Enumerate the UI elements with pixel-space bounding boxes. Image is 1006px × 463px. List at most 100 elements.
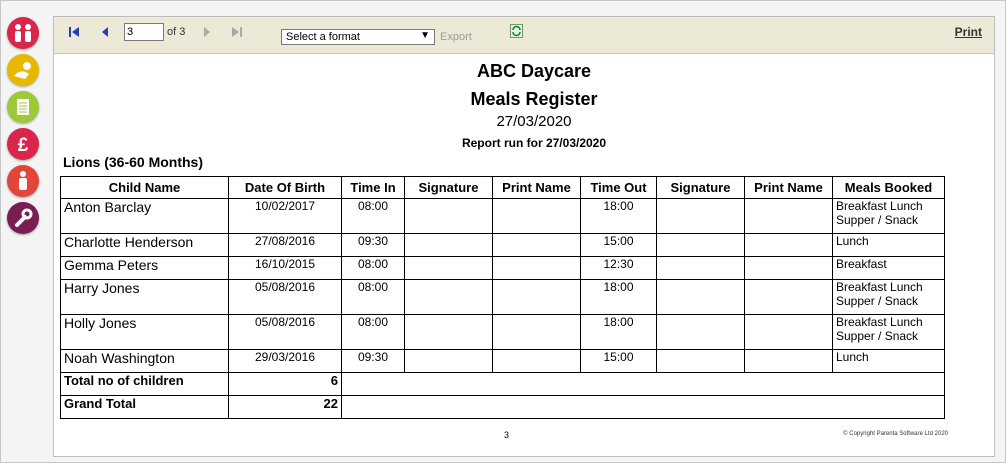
print-name-cell	[744, 314, 833, 350]
report-viewer: of 3 Select a format ▼ Export Print ABC …	[53, 16, 995, 457]
app-frame: £ of 3 Select a format ▼ Export Print AB…	[0, 0, 1006, 463]
time-out-cell: 12:30	[580, 256, 657, 280]
column-header: Signature	[656, 176, 745, 199]
previous-page-icon[interactable]	[99, 25, 113, 39]
time-in-cell: 09:30	[341, 349, 405, 373]
time-in-cell: 08:00	[341, 256, 405, 280]
table-row: Charlotte Henderson 27/08/2016 09:30 15:…	[60, 233, 945, 257]
report-date: 27/03/2020	[496, 113, 572, 130]
empty-cell	[341, 395, 945, 419]
total-label: Total no of children	[60, 372, 229, 396]
refresh-icon[interactable]	[510, 24, 523, 38]
print-name-cell	[492, 256, 581, 280]
meals-booked-cell: Breakfast Lunch Supper / Snack	[832, 198, 945, 234]
signature-cell	[656, 349, 745, 373]
time-out-cell: 18:00	[580, 314, 657, 350]
column-header: Print Name	[492, 176, 581, 199]
time-in-cell: 08:00	[341, 198, 405, 234]
time-in-cell: 09:30	[341, 233, 405, 257]
last-page-icon[interactable]	[230, 25, 244, 39]
child-name-cell: Anton Barclay	[60, 198, 229, 234]
next-page-icon[interactable]	[200, 25, 214, 39]
column-header: Signature	[404, 176, 493, 199]
print-name-cell	[744, 279, 833, 315]
table-row: Noah Washington 29/03/2016 09:30 15:00 L…	[60, 349, 945, 373]
column-header: Print Name	[744, 176, 833, 199]
signature-cell	[404, 314, 493, 350]
dob-cell: 29/03/2016	[228, 349, 342, 373]
meals-booked-cell: Breakfast Lunch Supper / Snack	[832, 279, 945, 315]
empty-cell	[341, 372, 945, 396]
table-row: Harry Jones 05/08/2016 08:00 18:00 Break…	[60, 279, 945, 315]
print-name-cell	[492, 349, 581, 373]
signature-cell	[656, 198, 745, 234]
total-children-row: Total no of children 6	[60, 372, 945, 396]
format-select[interactable]: Select a format ▼	[281, 29, 435, 45]
export-link[interactable]: Export	[440, 31, 472, 43]
signature-cell	[404, 233, 493, 257]
print-name-cell	[492, 233, 581, 257]
table-header-row: Child Name Date Of Birth Time In Signatu…	[60, 176, 945, 199]
staff-icon[interactable]	[7, 165, 39, 197]
time-out-cell: 18:00	[580, 198, 657, 234]
settings-wrench-icon[interactable]	[7, 202, 39, 234]
svg-text:£: £	[18, 135, 29, 156]
register-icon[interactable]	[7, 91, 39, 123]
print-name-cell	[744, 256, 833, 280]
dob-cell: 05/08/2016	[228, 314, 342, 350]
grand-total-value: 22	[228, 395, 342, 419]
page-number: 3	[504, 430, 510, 440]
print-name-cell	[744, 233, 833, 257]
dob-cell: 05/08/2016	[228, 279, 342, 315]
table-row: Holly Jones 05/08/2016 08:00 18:00 Break…	[60, 314, 945, 350]
child-name-cell: Noah Washington	[60, 349, 229, 373]
table-row: Anton Barclay 10/02/2017 08:00 18:00 Bre…	[60, 198, 945, 234]
grand-total-row: Grand Total 22	[60, 395, 945, 419]
first-page-icon[interactable]	[68, 25, 82, 39]
column-header: Date Of Birth	[228, 176, 342, 199]
signature-cell	[404, 279, 493, 315]
dob-cell: 16/10/2015	[228, 256, 342, 280]
report-run-for: Report run for 27/03/2020	[461, 136, 607, 150]
report-page: ABC Daycare Meals Register 27/03/2020 Re…	[54, 54, 994, 456]
report-toolbar: of 3 Select a format ▼ Export Print	[54, 17, 994, 54]
print-name-cell	[492, 279, 581, 315]
time-out-cell: 15:00	[580, 233, 657, 257]
signature-cell	[656, 233, 745, 257]
meals-register-table: Child Name Date Of Birth Time In Signatu…	[60, 176, 945, 419]
page-number-input[interactable]	[124, 23, 164, 41]
signature-cell	[656, 256, 745, 280]
dob-cell: 27/08/2016	[228, 233, 342, 257]
signature-cell	[404, 349, 493, 373]
meals-booked-cell: Breakfast	[832, 256, 945, 280]
group-heading: Lions (36-60 Months)	[63, 154, 204, 170]
child-name-cell: Harry Jones	[60, 279, 229, 315]
time-in-cell: 08:00	[341, 279, 405, 315]
report-title: ABC Daycare	[476, 61, 592, 81]
child-name-cell: Holly Jones	[60, 314, 229, 350]
child-name-cell: Charlotte Henderson	[60, 233, 229, 257]
table-row: Gemma Peters 16/10/2015 08:00 12:30 Brea…	[60, 256, 945, 280]
grand-total-label: Grand Total	[60, 395, 229, 419]
meals-booked-cell: Lunch	[832, 349, 945, 373]
sidebar: £	[7, 17, 43, 239]
total-pages-label: of 3	[167, 26, 186, 38]
column-header: Child Name	[60, 176, 229, 199]
time-out-cell: 18:00	[580, 279, 657, 315]
print-link[interactable]: Print	[955, 25, 982, 39]
print-name-cell	[744, 349, 833, 373]
meals-booked-cell: Breakfast Lunch Supper / Snack	[832, 314, 945, 350]
dob-cell: 10/02/2017	[228, 198, 342, 234]
children-icon[interactable]	[7, 17, 39, 49]
time-out-cell: 15:00	[580, 349, 657, 373]
finance-icon[interactable]: £	[7, 128, 39, 160]
copyright: © Copyright Parenta Software Ltd 2020	[843, 431, 948, 437]
signature-cell	[656, 279, 745, 315]
time-in-cell: 08:00	[341, 314, 405, 350]
column-header: Time Out	[580, 176, 657, 199]
activity-icon[interactable]	[7, 54, 39, 86]
report-subtitle: Meals Register	[470, 89, 598, 109]
chevron-down-icon: ▼	[420, 30, 430, 41]
signature-cell	[404, 256, 493, 280]
column-header: Meals Booked	[832, 176, 945, 199]
